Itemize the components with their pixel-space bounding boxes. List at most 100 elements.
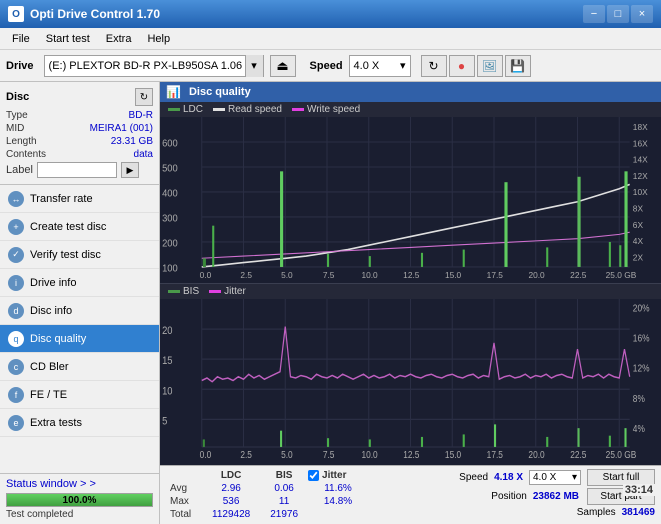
svg-text:8X: 8X [633,203,644,213]
svg-text:10: 10 [162,386,173,398]
position-label: Position [491,491,527,502]
svg-text:12.5: 12.5 [403,450,419,461]
cd-bler-icon: c [8,359,24,375]
sidebar-item-fe-te[interactable]: f FE / TE [0,381,159,409]
avg-row-label: Avg [166,482,202,495]
disc-label-go-button[interactable]: ▶ [121,162,139,178]
svg-text:12.5: 12.5 [403,270,419,280]
disc-refresh-button[interactable]: ↻ [135,88,153,106]
svg-text:16X: 16X [633,138,648,148]
transfer-rate-label: Transfer rate [30,193,93,205]
transfer-rate-icon: ↔ [8,191,24,207]
disc-label-input[interactable] [37,162,117,178]
svg-text:17.5: 17.5 [487,270,503,280]
drive-dropdown-arrow[interactable]: ▾ [245,55,263,77]
progress-bar: 100.0% [6,493,153,507]
disc-length-value: 23.31 GB [111,136,153,147]
menu-bar: File Start test Extra Help [0,28,661,50]
drive-name: (E:) PLEXTOR BD-R PX-LB950SA 1.06 [45,60,245,72]
sidebar-item-create-test-disc[interactable]: + Create test disc [0,213,159,241]
toolbar-btn-3[interactable]: 🖼 [477,55,503,77]
speed-dropdown-arrow[interactable]: ▾ [400,59,406,72]
toolbar-btn-1[interactable]: ↻ [421,55,447,77]
svg-text:400: 400 [162,188,178,199]
disc-contents-value: data [134,149,153,160]
max-row-label: Max [166,495,202,508]
verify-test-disc-label: Verify test disc [30,249,101,261]
svg-text:4%: 4% [633,423,645,434]
disc-panel: Disc ↻ Type BD-R MID MEIRA1 (001) Length… [0,82,159,185]
cd-bler-label: CD Bler [30,361,69,373]
disc-section-title: Disc [6,91,29,103]
main-content: 📊 Disc quality LDC Read speed [160,82,661,524]
menu-extra[interactable]: Extra [98,31,140,47]
svg-text:200: 200 [162,238,178,249]
svg-text:25.0 GB: 25.0 GB [606,270,637,280]
svg-text:12X: 12X [633,171,648,181]
svg-text:22.5: 22.5 [570,450,586,461]
sidebar-item-disc-quality[interactable]: q Disc quality [0,325,159,353]
total-jitter [308,508,368,521]
disc-type-label: Type [6,110,28,121]
fe-te-label: FE / TE [30,389,67,401]
progress-text: 100.0% [7,494,152,508]
disc-quality-icon: q [8,331,24,347]
eject-button[interactable]: ⏏ [270,55,296,77]
window-title: Opti Drive Control 1.70 [30,7,160,21]
minimize-button[interactable]: − [583,5,605,23]
maximize-button[interactable]: □ [607,5,629,23]
jitter-checkbox[interactable] [308,470,319,481]
nav-items: ↔ Transfer rate + Create test disc ✓ Ver… [0,185,159,473]
bottom-chart-svg: 20 15 10 5 20% 16% 12% 8% 4% 0.0 2.5 5.0… [160,299,661,462]
create-test-disc-label: Create test disc [30,221,106,233]
sidebar-item-verify-test-disc[interactable]: ✓ Verify test disc [0,241,159,269]
sidebar-item-disc-info[interactable]: d Disc info [0,297,159,325]
sidebar-item-extra-tests[interactable]: e Extra tests [0,409,159,437]
sidebar-item-cd-bler[interactable]: c CD Bler [0,353,159,381]
stats-bar: LDC BIS Jitter Avg [160,465,661,524]
svg-text:17.5: 17.5 [487,450,503,461]
svg-text:2X: 2X [633,252,644,262]
svg-text:100: 100 [162,263,178,274]
disc-info-label: Disc info [30,305,72,317]
drive-label: Drive [6,60,34,72]
extra-tests-icon: e [8,415,24,431]
legend-jitter: Jitter [224,286,246,297]
main-layout: Disc ↻ Type BD-R MID MEIRA1 (001) Length… [0,82,661,524]
samples-val: 381469 [622,507,655,518]
svg-text:20.0: 20.0 [528,450,544,461]
svg-text:20%: 20% [633,303,650,314]
svg-text:16%: 16% [633,333,650,344]
svg-text:20.0: 20.0 [528,270,544,280]
toolbar-btn-save[interactable]: 💾 [505,55,531,77]
menu-help[interactable]: Help [139,31,178,47]
speed-combo[interactable]: 4.0 X ▾ [529,470,581,485]
sidebar-item-transfer-rate[interactable]: ↔ Transfer rate [0,185,159,213]
svg-text:10X: 10X [633,187,648,197]
max-ldc: 536 [202,495,260,508]
svg-text:0.0: 0.0 [200,270,212,280]
col-bis-header: BIS [260,469,308,482]
svg-text:500: 500 [162,163,178,174]
menu-start-test[interactable]: Start test [38,31,98,47]
total-ldc: 1129428 [202,508,260,521]
status-window-link[interactable]: Status window > > [6,478,96,490]
menu-file[interactable]: File [4,31,38,47]
disc-label-label: Label [6,164,33,176]
svg-text:15.0: 15.0 [445,450,461,461]
speed-stat-val: 4.18 X [494,472,523,483]
toolbar-btn-2[interactable]: ● [449,55,475,77]
svg-text:12%: 12% [633,363,650,374]
samples-label: Samples [577,507,616,518]
sidebar-item-drive-info[interactable]: i Drive info [0,269,159,297]
max-jitter: 14.8% [308,495,368,508]
avg-jitter: 11.6% [308,482,368,495]
stats-table: LDC BIS Jitter Avg [166,469,453,521]
chart-title-bar: 📊 Disc quality [160,82,661,102]
close-button[interactable]: × [631,5,653,23]
chart-icon: 📊 [166,85,181,99]
extra-tests-label: Extra tests [30,417,82,429]
svg-text:6X: 6X [633,220,644,230]
svg-text:10.0: 10.0 [361,450,377,461]
sidebar: Disc ↻ Type BD-R MID MEIRA1 (001) Length… [0,82,160,524]
